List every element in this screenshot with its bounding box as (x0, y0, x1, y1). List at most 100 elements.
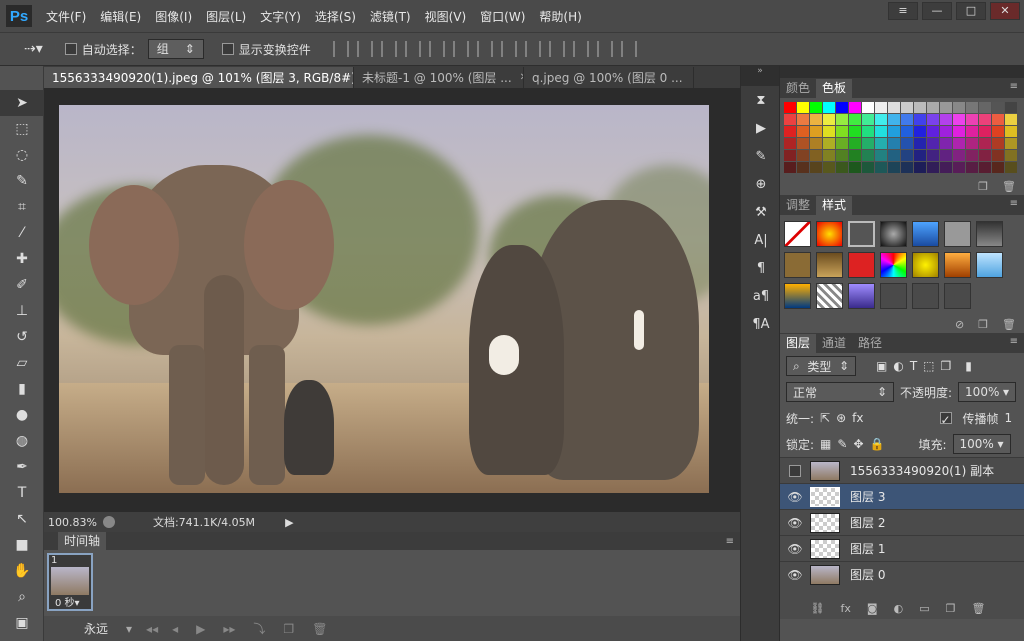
eraser-tool-icon[interactable]: ▱ (0, 350, 44, 376)
swatch-color[interactable] (953, 150, 965, 161)
tab-styles[interactable]: 样式 (816, 196, 853, 215)
frame-delay[interactable]: 0 秒▾ (55, 594, 80, 609)
filter-smart-icon[interactable]: ❐ (941, 359, 952, 373)
timeline-tab[interactable]: 时间轴 (58, 532, 107, 550)
type-tool-icon[interactable]: T (0, 480, 44, 506)
tab-adjustments[interactable]: 调整 (780, 196, 816, 215)
tab-layers[interactable]: 图层 (780, 334, 817, 353)
align-vcenter-icon[interactable] (356, 41, 373, 57)
auto-align-icon[interactable] (620, 41, 637, 57)
panel-menu-icon[interactable]: ≡ (726, 536, 734, 547)
swatch-color[interactable] (927, 162, 939, 173)
visibility-toggle[interactable] (780, 464, 810, 478)
menu-view[interactable]: 视图(V) (425, 8, 467, 25)
swatch-color[interactable] (927, 114, 939, 125)
lock-image-icon[interactable]: ✎ (837, 437, 847, 451)
zoom-level[interactable]: 100.83% (48, 516, 97, 529)
document-canvas[interactable] (59, 105, 709, 493)
swatch-color[interactable] (823, 102, 835, 113)
filter-shape-icon[interactable]: ⬚ (923, 359, 934, 373)
layer-row-selected[interactable]: 👁 图层 3 (780, 483, 1024, 509)
swatch-color[interactable] (888, 102, 900, 113)
swatch-color[interactable] (953, 138, 965, 149)
maximize-button[interactable]: □ (956, 2, 986, 20)
swatch-color[interactable] (784, 162, 796, 173)
swatch-color[interactable] (953, 102, 965, 113)
tween-icon[interactable]: ⤵ (253, 620, 265, 637)
swatch-color[interactable] (1005, 102, 1017, 113)
swatch-color[interactable] (953, 126, 965, 137)
distribute-bottom-icon[interactable] (524, 41, 541, 57)
swatch-color[interactable] (849, 126, 861, 137)
style-swatch[interactable] (944, 283, 971, 309)
swatch-color[interactable] (836, 162, 848, 173)
layer-row[interactable]: 👁 图层 1 (780, 535, 1024, 561)
move-tool-icon[interactable]: ➤ (0, 90, 44, 116)
swatch-color[interactable] (953, 114, 965, 125)
style-swatch[interactable] (976, 221, 1003, 247)
style-swatch[interactable] (784, 283, 811, 309)
swatch-color[interactable] (810, 162, 822, 173)
swatch-color[interactable] (927, 150, 939, 161)
swatch-color[interactable] (888, 138, 900, 149)
tab-document-3[interactable]: q.jpeg @ 100% (图层 0 ... (524, 67, 694, 88)
swatch-color[interactable] (940, 102, 952, 113)
actions-icon[interactable]: ▶ (741, 114, 781, 142)
swatch-color[interactable] (836, 126, 848, 137)
menu-type[interactable]: 文字(Y) (260, 8, 301, 25)
panel-menu-icon[interactable]: ≡ (1010, 336, 1018, 347)
swatch-color[interactable] (810, 114, 822, 125)
unify-position-icon[interactable]: ⇱ (820, 411, 830, 425)
swatch-color[interactable] (966, 114, 978, 125)
swatch-color[interactable] (875, 126, 887, 137)
swatch-color[interactable] (862, 114, 874, 125)
swatch-color[interactable] (810, 138, 822, 149)
prev-frame-icon[interactable]: ◂ (172, 622, 178, 636)
tab-document-1[interactable]: 1556333490920(1).jpeg @ 101% (图层 3, RGB/… (44, 67, 354, 88)
swatch-color[interactable] (862, 162, 874, 173)
swatch-color[interactable] (966, 102, 978, 113)
swatch-color[interactable] (966, 162, 978, 173)
swatch-color[interactable] (940, 162, 952, 173)
swatch-color[interactable] (992, 126, 1004, 137)
chevron-down-icon[interactable]: ▾ (126, 622, 132, 636)
adjustment-icon[interactable]: ◐ (894, 602, 904, 615)
swatch-color[interactable] (979, 114, 991, 125)
shape-tool-icon[interactable]: ■ (0, 532, 44, 558)
marquee-tool-icon[interactable]: ⬚ (0, 116, 44, 142)
swatch-color[interactable] (797, 150, 809, 161)
first-frame-icon[interactable]: ◂◂ (146, 622, 158, 636)
align-bottom-icon[interactable] (380, 41, 397, 57)
swatch-color[interactable] (979, 138, 991, 149)
new-style-icon[interactable]: ❐ (978, 318, 988, 331)
swatch-color[interactable] (810, 102, 822, 113)
new-frame-icon[interactable]: ❐ (283, 622, 294, 636)
link-icon[interactable]: ⛓ (811, 602, 825, 615)
swatch-color[interactable] (797, 138, 809, 149)
unify-visibility-icon[interactable]: ⊛ (836, 411, 846, 425)
character-styles-icon[interactable]: a¶ (741, 282, 781, 310)
style-swatch[interactable] (912, 252, 939, 278)
crop-tool-icon[interactable]: ⌗ (0, 194, 44, 220)
workspace-menu-button[interactable]: ≡ (888, 2, 918, 20)
swatch-color[interactable] (836, 150, 848, 161)
swatch-color[interactable] (862, 150, 874, 161)
swatch-color[interactable] (992, 114, 1004, 125)
swatch-color[interactable] (797, 114, 809, 125)
swatch-color[interactable] (927, 102, 939, 113)
swatch-color[interactable] (784, 150, 796, 161)
auto-select-checkbox[interactable] (64, 43, 77, 55)
distribute-top-icon[interactable] (476, 41, 493, 57)
healing-brush-tool-icon[interactable]: ✚ (0, 246, 44, 272)
style-swatch[interactable] (848, 252, 875, 278)
swatch-color[interactable] (875, 114, 887, 125)
swatch-color[interactable] (992, 138, 1004, 149)
style-swatch[interactable] (880, 221, 907, 247)
style-swatch[interactable] (912, 283, 939, 309)
swatch-color[interactable] (888, 126, 900, 137)
brush-tool-icon[interactable]: ✐ (0, 272, 44, 298)
swatch-color[interactable] (862, 126, 874, 137)
style-swatch[interactable] (848, 221, 875, 247)
tab-color[interactable]: 颜色 (780, 79, 816, 98)
mask-icon[interactable]: ◙ (867, 602, 878, 615)
